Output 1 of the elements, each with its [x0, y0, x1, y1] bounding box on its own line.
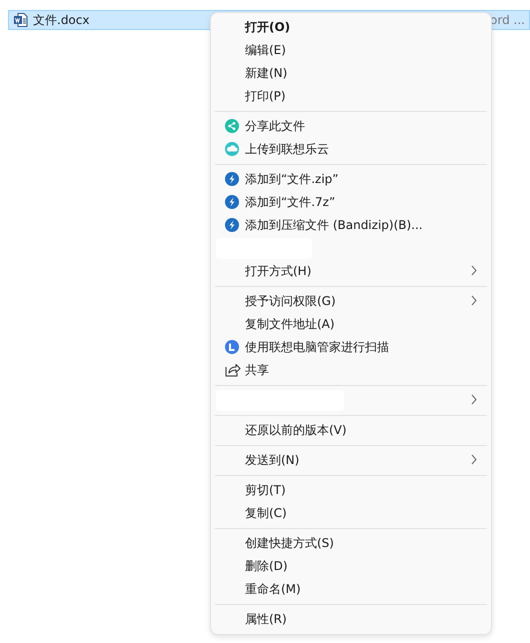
file-name: 文件.docx: [33, 12, 90, 28]
